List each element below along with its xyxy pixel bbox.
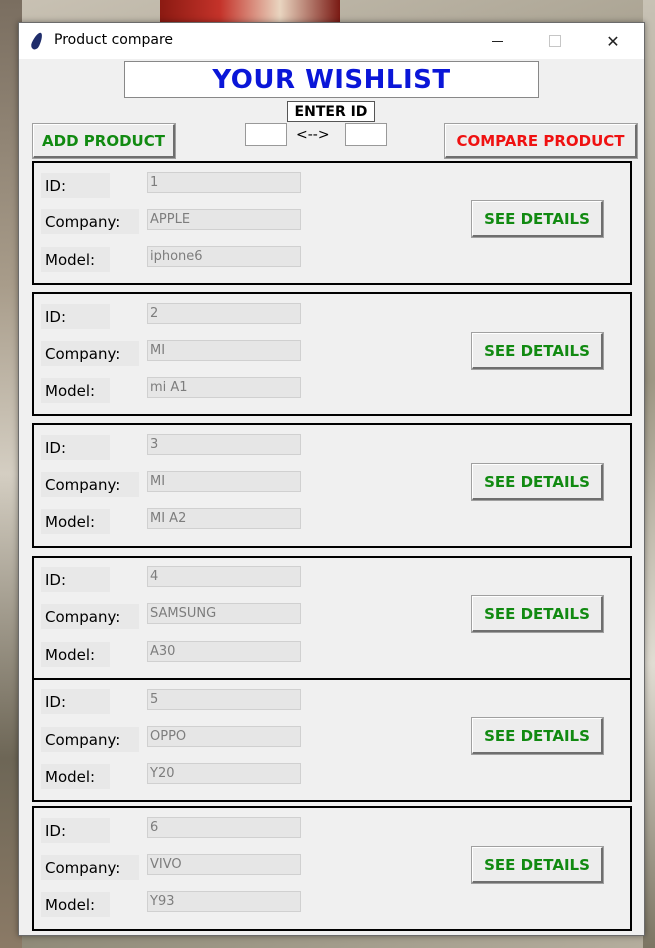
model-value: mi A1 [147,377,301,398]
model-value: MI A2 [147,508,301,529]
company-value: MI [147,471,301,492]
company-value: VIVO [147,854,301,875]
title-bar[interactable]: Product compare ✕ [19,23,644,59]
id-label: ID: [41,818,110,843]
company-value: OPPO [147,726,301,747]
id-label: ID: [41,435,110,460]
add-product-button[interactable]: ADD PRODUCT [32,123,176,159]
close-button[interactable]: ✕ [590,23,636,59]
product-card: ID: 5 Company: OPPO Model: Y20 SEE DETAI… [32,678,632,802]
model-label: Model: [41,764,110,789]
id-label: ID: [41,173,110,198]
id-label: ID: [41,567,110,592]
compare-id-input-right[interactable] [345,123,387,146]
see-details-button[interactable]: SEE DETAILS [471,332,604,370]
feather-icon [29,31,45,51]
company-label: Company: [41,604,139,629]
minimize-button[interactable] [474,23,520,59]
compare-id-input-left[interactable] [245,123,287,146]
see-details-button[interactable]: SEE DETAILS [471,846,604,884]
company-value: MI [147,340,301,361]
app-window: Product compare ✕ YOUR WISHLIST ENTER ID… [18,22,645,936]
compare-arrow-label: <--> [296,127,330,143]
product-card: ID: 1 Company: APPLE Model: iphone6 SEE … [32,161,632,285]
company-value: SAMSUNG [147,603,301,624]
window-title: Product compare [54,32,174,48]
wishlist-heading: YOUR WISHLIST [124,61,539,98]
model-value: Y20 [147,763,301,784]
product-card: ID: 3 Company: MI Model: MI A2 SEE DETAI… [32,423,632,548]
maximize-button[interactable] [532,23,578,59]
close-icon: ✕ [606,31,620,51]
model-value: Y93 [147,891,301,912]
model-label: Model: [41,378,110,403]
maximize-icon [549,35,561,47]
model-value: A30 [147,641,301,662]
see-details-button[interactable]: SEE DETAILS [471,463,604,501]
see-details-button[interactable]: SEE DETAILS [471,595,604,633]
product-card: ID: 6 Company: VIVO Model: Y93 SEE DETAI… [32,806,632,931]
company-label: Company: [41,727,139,752]
model-label: Model: [41,642,110,667]
id-value: 4 [147,566,301,587]
company-label: Company: [41,855,139,880]
model-label: Model: [41,509,110,534]
model-label: Model: [41,892,110,917]
id-label: ID: [41,304,110,329]
enter-id-label: ENTER ID [287,101,375,122]
company-label: Company: [41,472,139,497]
id-value: 5 [147,689,301,710]
company-value: APPLE [147,209,301,230]
model-value: iphone6 [147,246,301,267]
desktop-background-top [160,0,340,22]
id-value: 3 [147,434,301,455]
see-details-button[interactable]: SEE DETAILS [471,200,604,238]
product-card: ID: 4 Company: SAMSUNG Model: A30 SEE DE… [32,556,632,680]
id-label: ID: [41,689,110,714]
id-value: 2 [147,303,301,324]
see-details-button[interactable]: SEE DETAILS [471,717,604,755]
company-label: Company: [41,209,139,234]
company-label: Company: [41,341,139,366]
id-value: 1 [147,172,301,193]
product-card: ID: 2 Company: MI Model: mi A1 SEE DETAI… [32,292,632,416]
compare-product-button[interactable]: COMPARE PRODUCT [444,123,638,159]
model-label: Model: [41,247,110,272]
minimize-icon [491,40,503,42]
id-value: 6 [147,817,301,838]
